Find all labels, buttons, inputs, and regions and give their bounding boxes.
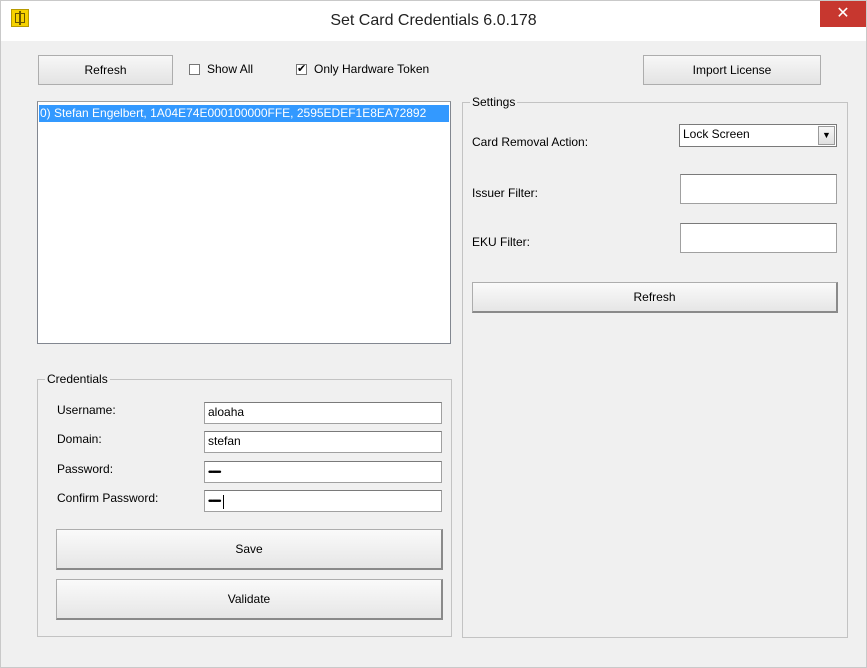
card-removal-action-label: Card Removal Action:: [472, 135, 589, 149]
import-license-button[interactable]: Import License: [643, 55, 821, 85]
dropdown-arrow-icon[interactable]: ▼: [818, 126, 835, 145]
confirm-password-value: ••••••••••: [208, 496, 221, 506]
show-all-label: Show All: [207, 62, 254, 76]
only-hardware-token-checkbox[interactable]: Only Hardware Token: [296, 62, 429, 76]
username-label: Username:: [57, 403, 116, 417]
settings-refresh-button[interactable]: Refresh: [472, 282, 838, 313]
password-field[interactable]: ••••••••••: [204, 461, 442, 483]
only-hardware-token-label: Only Hardware Token: [314, 62, 430, 76]
eku-filter-field[interactable]: [680, 223, 837, 253]
settings-group-label: Settings: [470, 95, 518, 109]
password-label: Password:: [57, 462, 114, 476]
eku-filter-label: EKU Filter:: [472, 235, 531, 249]
set-card-credentials-window: Set Card Credentials 6.0.178 ✕ Refresh S…: [0, 0, 867, 668]
validate-button[interactable]: Validate: [56, 579, 443, 620]
title-bar: Set Card Credentials 6.0.178 ✕: [1, 1, 866, 41]
show-all-checkbox-box[interactable]: [189, 63, 200, 75]
confirm-password-field[interactable]: ••••••••••: [204, 490, 442, 512]
refresh-list-button[interactable]: Refresh: [38, 55, 173, 85]
domain-label: Domain:: [57, 432, 102, 446]
username-field[interactable]: aloaha: [204, 402, 442, 424]
only-hardware-token-checkbox-box[interactable]: [296, 62, 307, 75]
card-removal-action-value: Lock Screen: [683, 127, 750, 141]
credentials-group-label: Credentials: [45, 372, 110, 386]
text-cursor: [222, 494, 224, 509]
close-button[interactable]: ✕: [820, 1, 866, 27]
issuer-filter-field[interactable]: [680, 174, 837, 204]
domain-field[interactable]: stefan: [204, 431, 442, 453]
issuer-filter-label: Issuer Filter:: [472, 186, 539, 200]
save-button[interactable]: Save: [56, 529, 443, 570]
list-item[interactable]: 0) Stefan Engelbert, 1A04E74E000100000FF…: [39, 105, 449, 122]
card-removal-action-dropdown[interactable]: Lock Screen ▼: [679, 124, 837, 147]
window-title: Set Card Credentials 6.0.178: [330, 12, 537, 29]
certificate-list[interactable]: 0) Stefan Engelbert, 1A04E74E000100000FF…: [37, 101, 451, 344]
confirm-password-label: Confirm Password:: [57, 491, 159, 505]
show-all-checkbox[interactable]: Show All: [189, 62, 253, 76]
